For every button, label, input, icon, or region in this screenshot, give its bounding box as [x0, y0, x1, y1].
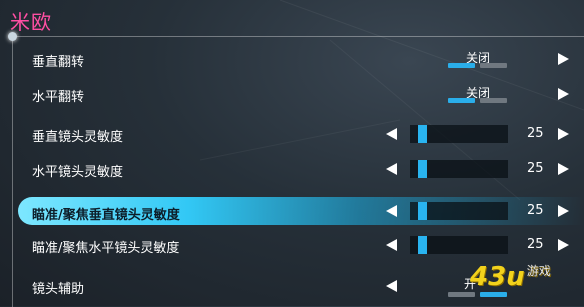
arrow-left-icon[interactable] — [386, 128, 397, 140]
setting-row-horizontal-flip[interactable]: 水平翻转 关闭 — [18, 79, 584, 109]
slider-value: 25 — [527, 237, 544, 252]
arrow-right-icon[interactable] — [558, 163, 569, 175]
setting-label: 水平翻转 — [32, 90, 85, 105]
slider-thumb[interactable] — [418, 125, 427, 143]
toggle-bar-right — [480, 98, 507, 103]
arrow-left-icon[interactable] — [386, 163, 397, 175]
arrow-left-icon[interactable] — [386, 205, 397, 217]
slider-thumb[interactable] — [418, 160, 427, 178]
setting-label: 镜头辅助 — [32, 282, 85, 297]
toggle-bar-left — [448, 292, 475, 297]
slider-track[interactable] — [410, 125, 508, 143]
slider-value: 25 — [527, 126, 544, 141]
page-title: 米欧 — [10, 10, 52, 34]
toggle-bar-left — [448, 63, 475, 68]
setting-label: 垂直翻转 — [32, 55, 85, 70]
arrow-right-icon[interactable] — [558, 88, 569, 100]
slider-thumb[interactable] — [418, 202, 427, 220]
setting-row-vertical-flip[interactable]: 垂直翻转 关闭 — [18, 44, 584, 74]
arrow-right-icon[interactable] — [558, 239, 569, 251]
slider-value: 25 — [527, 161, 544, 176]
toggle-bar-right — [480, 63, 507, 68]
arrow-right-icon[interactable] — [558, 128, 569, 140]
watermark-text: 43u — [470, 262, 525, 292]
slider-track[interactable] — [410, 202, 508, 220]
watermark-suffix: 游戏 — [526, 264, 551, 278]
toggle-bar-right — [480, 292, 507, 297]
watermark-logo: 43u 游戏 — [470, 262, 551, 292]
setting-row-vertical-sensitivity[interactable]: 垂直镜头灵敏度 25 — [18, 119, 584, 149]
slider-track[interactable] — [410, 160, 508, 178]
arrow-right-icon[interactable] — [558, 205, 569, 217]
toggle-bar-left — [448, 98, 475, 103]
arrow-left-icon[interactable] — [386, 280, 397, 292]
setting-label: 瞄准/聚焦水平镜头灵敏度 — [32, 241, 180, 256]
slider-value: 25 — [527, 203, 544, 218]
setting-row-aim-vertical-sensitivity[interactable]: 瞄准/聚焦垂直镜头灵敏度 25 — [18, 197, 584, 225]
slider-track[interactable] — [410, 236, 508, 254]
arrow-left-icon[interactable] — [386, 239, 397, 251]
setting-label: 瞄准/聚焦垂直镜头灵敏度 — [32, 208, 180, 223]
setting-row-aim-horizontal-sensitivity[interactable]: 瞄准/聚焦水平镜头灵敏度 25 — [18, 230, 584, 260]
slider-thumb[interactable] — [418, 236, 427, 254]
setting-label: 垂直镜头灵敏度 — [32, 130, 124, 145]
setting-row-horizontal-sensitivity[interactable]: 水平镜头灵敏度 25 — [18, 154, 584, 184]
setting-label: 水平镜头灵敏度 — [32, 165, 124, 180]
arrow-right-icon[interactable] — [558, 53, 569, 65]
